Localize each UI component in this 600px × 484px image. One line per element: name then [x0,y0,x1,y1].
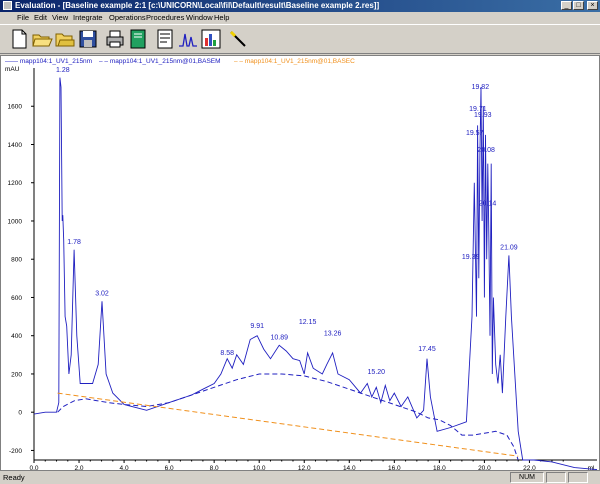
minimize-button[interactable]: _ [561,1,572,10]
y-tick-label: 600 [11,295,22,302]
status-text: Ready [3,473,25,482]
maximize-button[interactable]: □ [573,1,584,10]
x-tick-label: 2.0 [75,465,84,470]
chromatogram-plot[interactable]: -200 0 200 400 600 800 1000 1200 1400 1600 mAU 0.0 2… [1,56,599,470]
y-tick-label: 1400 [8,142,23,149]
peak-label: 1.78 [67,239,81,246]
chromatogram-panel: —— mapp104:1_UV1_215nm – – mapp104:1_UV1… [0,55,600,471]
menu-edit[interactable]: Edit [34,13,47,23]
peak-label: 19.57 [466,130,484,137]
y-tick-label: 0 [18,410,22,417]
peak-label: 20.14 [479,201,497,208]
open-icon[interactable] [31,28,53,50]
peak-label: 8.58 [220,350,234,357]
menu-integrate[interactable]: Integrate [73,13,103,23]
window-title: Evaluation - [Baseline example 2:1 [c:\U… [15,1,380,10]
x-tick-label: 10.0 [253,465,266,470]
peak-label: 17.45 [418,346,436,353]
menu-window[interactable]: Window [186,13,213,23]
peak-label: 1.28 [56,67,70,74]
new-icon[interactable] [8,28,30,50]
peak-label: 12.15 [299,319,317,326]
x-tick-label: 22.0 [523,465,536,470]
save-icon[interactable] [77,28,99,50]
peak-label: 13.26 [324,331,342,338]
x-tick-label: 20.0 [478,465,491,470]
app-icon [3,1,12,10]
x-tick-label: 14.0 [343,465,356,470]
series-line-0 [33,77,598,470]
x-tick-label: 6.0 [165,465,174,470]
menu-operations[interactable]: Operations [109,13,146,23]
notebook-icon[interactable] [127,28,149,50]
y-tick-label: 200 [11,371,22,378]
peak-label: 3.02 [95,291,109,298]
y-tick-label: 400 [11,333,22,340]
y-tick-label: 1600 [8,104,23,111]
x-tick-label: 0.0 [29,465,38,470]
peak-label: 15.20 [368,369,386,376]
y-tick-label: 800 [11,257,22,264]
y-tick-label: mAU [5,66,20,73]
y-tick-label: 1000 [8,218,23,225]
x-tick-label: 16.0 [388,465,401,470]
peak-label: 20.08 [477,147,495,154]
title-bar[interactable]: Evaluation - [Baseline example 2:1 [c:\U… [0,0,600,12]
y-tick-label: 1200 [8,180,23,187]
wand-icon[interactable] [227,28,249,50]
print-icon[interactable] [104,28,126,50]
menu-procedures[interactable]: Procedures [146,13,184,23]
peak-label: 9.91 [250,323,264,330]
close-button[interactable]: × [587,1,598,10]
chart-icon[interactable] [200,28,222,50]
peak-icon[interactable] [177,28,199,50]
peak-label: 19.82 [472,84,490,91]
report-icon[interactable] [154,28,176,50]
x-tick-label: 8.0 [210,465,219,470]
peak-label: 21.09 [500,245,518,252]
peak-label: 19.39 [462,254,480,261]
status-bar: Ready NUM [0,471,600,484]
peak-label: 10.89 [270,335,288,342]
menu-file[interactable]: File [17,13,29,23]
toolbar [0,24,600,54]
menu-view[interactable]: View [52,13,68,23]
x-tick-label: 4.0 [120,465,129,470]
status-pane [546,472,566,483]
status-num: NUM [510,472,544,483]
x-tick-label: 18.0 [433,465,446,470]
status-pane [568,472,588,483]
evaluation-window: Evaluation - [Baseline example 2:1 [c:\U… [0,0,600,484]
menu-help[interactable]: Help [214,13,229,23]
y-tick-label: -200 [9,448,22,455]
x-tick-label: 12.0 [298,465,311,470]
peak-label: 19.93 [474,112,492,119]
menu-bar: IJ File Edit View Integrate Operations P… [0,12,600,35]
open-folder-icon[interactable] [54,28,76,50]
